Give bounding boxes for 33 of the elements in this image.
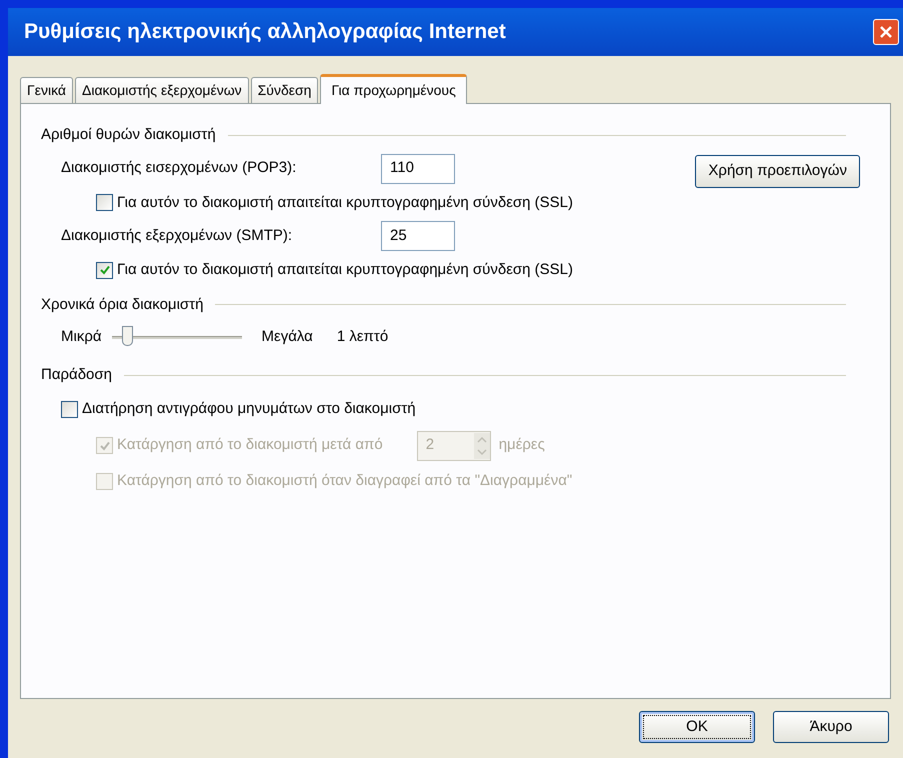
window-title: Ρυθμίσεις ηλεκτρονικής αλληλογραφίας Internet: [24, 19, 506, 46]
port-field[interactable]: 25: [381, 221, 455, 251]
slider-thumb[interactable]: [122, 326, 134, 346]
section-title: Αριθμοί θυρών διακομιστή: [41, 125, 216, 145]
checkbox-label: Για αυτόν το διακομιστή απαιτείται κρυπτογραφημένη σύνδεση (SSL): [117, 192, 574, 212]
checkmark-icon: [98, 440, 110, 452]
checkbox-label: Διατήρηση αντιγράφου μηνυμάτων στο διακομιστή: [82, 399, 416, 420]
checkbox-label: Για αυτόν το διακομιστή απαιτείται κρυπτογραφημένη σύνδεση (SSL): [117, 260, 574, 280]
unit-label: ημέρες: [498, 435, 545, 456]
tab[interactable]: Για προχωρημένους: [320, 74, 467, 104]
spinner-arrows-icon: [474, 432, 490, 458]
field-label: Διακομιστής εισερχομένων (POP3):: [61, 158, 298, 178]
field-label: Διακομιστής εξερχομένων (SMTP):: [61, 226, 294, 246]
checkmark-icon: [98, 264, 110, 276]
checkbox-label: Κατάργηση από το διακομιστή όταν διαγραφεί από τα "Διαγραμμένα": [117, 471, 572, 492]
tab[interactable]: Γενικά: [20, 77, 73, 103]
close-icon: [879, 25, 893, 39]
defaults-button[interactable]: Χρήση προεπιλογών: [695, 154, 860, 188]
tab[interactable]: Διακομιστής εξερχομένων: [75, 77, 249, 103]
checkbox[interactable]: [96, 262, 113, 279]
checkbox[interactable]: [96, 194, 113, 212]
slider-reading: 1 λεπτό: [336, 326, 388, 347]
checkbox-label: Κατάργηση από το διακομιστή μετά από: [117, 435, 383, 456]
dialog-button[interactable]: OK: [639, 711, 755, 743]
slider-max-label: Μεγάλα: [262, 326, 313, 347]
slider-min-label: Μικρά: [61, 326, 102, 347]
port-field[interactable]: 110: [381, 154, 455, 184]
close-button[interactable]: [873, 19, 899, 45]
section-title: Παράδοση: [41, 365, 112, 385]
checkbox[interactable]: [61, 401, 78, 418]
section-title: Χρονικά όρια διακομιστή: [41, 294, 204, 314]
tab[interactable]: Σύνδεση: [250, 77, 318, 103]
dialog-button[interactable]: Άκυρο: [773, 711, 889, 743]
